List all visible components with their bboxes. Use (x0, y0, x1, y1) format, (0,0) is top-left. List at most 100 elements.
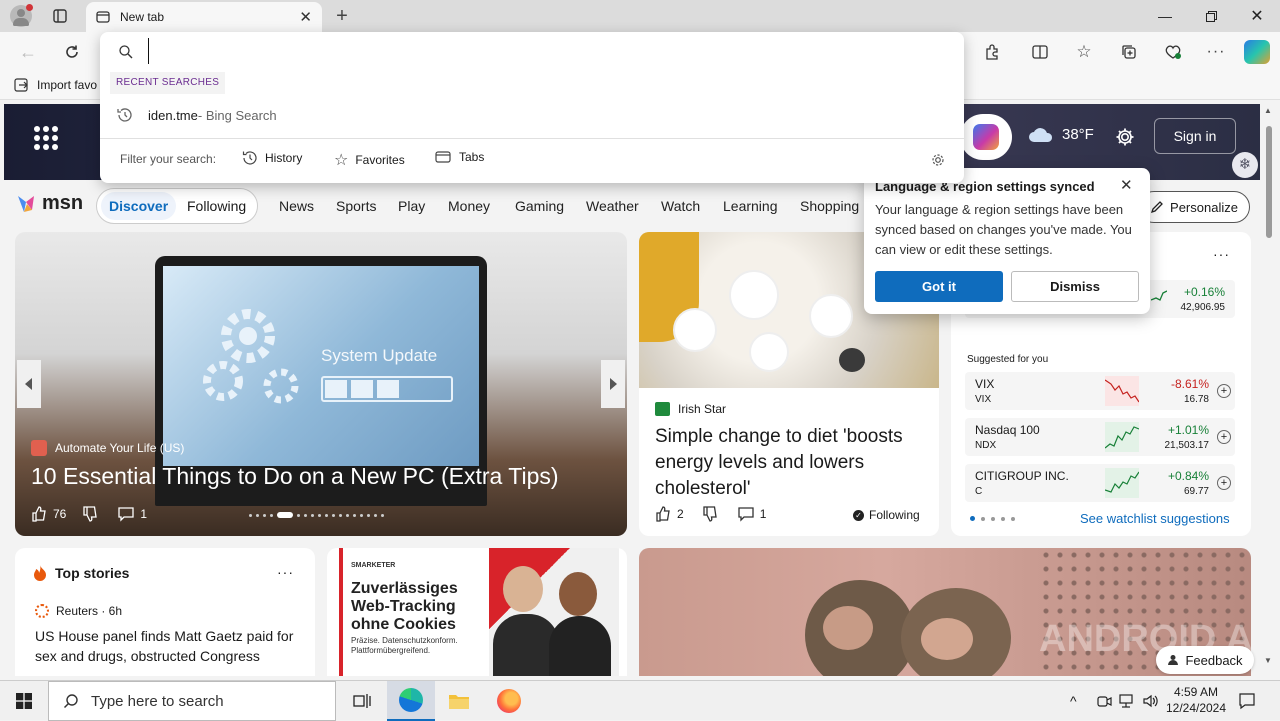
tab-actions-icon[interactable] (44, 0, 76, 32)
system-clock[interactable]: 4:59 AM 12/24/2024 (1164, 684, 1228, 716)
copilot-search-button[interactable] (960, 114, 1012, 160)
browser-essentials-icon[interactable] (1157, 36, 1189, 68)
taskbar-edge[interactable] (387, 681, 435, 721)
filter-tabs[interactable]: Tabs (435, 150, 484, 164)
markets-pager-dots[interactable] (967, 516, 1018, 521)
stock-row-citigroup[interactable]: CITIGROUP INC. C +0.84% 69.77 + (965, 464, 1235, 502)
comment-icon[interactable] (118, 506, 135, 522)
back-icon[interactable]: ← (12, 36, 44, 68)
scroll-down-icon[interactable]: ▼ (1264, 656, 1272, 665)
windows-logo-icon (16, 693, 32, 709)
tab-play[interactable]: Play (398, 191, 425, 221)
tab-shopping[interactable]: Shopping (800, 191, 859, 221)
top-stories-header[interactable]: Top stories (33, 565, 129, 581)
hero-card[interactable]: System Update Automate Your Life (US) 10… (15, 232, 627, 536)
following-indicator[interactable]: ✓ Following (853, 508, 920, 522)
tab-money[interactable]: Money (448, 191, 490, 221)
search-settings-gear-icon[interactable] (930, 152, 946, 168)
show-hidden-icons-icon[interactable]: ^ (1070, 693, 1077, 709)
start-button[interactable] (0, 681, 48, 721)
page-scrollbar[interactable]: ▲ ▼ (1262, 104, 1276, 676)
filter-history[interactable]: History (242, 150, 302, 166)
restore-icon[interactable] (1188, 0, 1234, 32)
recent-search-item[interactable]: iden.tme - Bing Search (100, 100, 964, 130)
background-icon[interactable]: ❄ (1232, 152, 1258, 178)
meet-now-icon[interactable] (1096, 693, 1112, 709)
see-watchlist-link[interactable]: See watchlist suggestions (1080, 511, 1230, 526)
close-tab-icon[interactable]: ✕ (299, 8, 312, 26)
folder-icon (449, 695, 469, 709)
tab-news[interactable]: News (279, 191, 314, 221)
tab-new-tab[interactable]: New tab ✕ (86, 2, 322, 32)
import-favorites-link[interactable]: Import favo (14, 78, 97, 92)
taskbar-file-explorer[interactable] (436, 681, 482, 721)
address-input[interactable] (148, 38, 948, 64)
add-watchlist-icon[interactable]: + (1217, 430, 1231, 444)
top-stories-more-icon[interactable]: ··· (277, 564, 294, 580)
history-icon (242, 151, 257, 165)
carousel-dots[interactable] (247, 512, 386, 518)
profile-avatar[interactable] (10, 4, 33, 27)
app-launcher-icon[interactable] (34, 126, 58, 150)
article2-title[interactable]: Simple change to diet 'boosts energy lev… (655, 424, 925, 502)
settings-gear-icon[interactable] (1114, 126, 1136, 148)
hero-source[interactable]: Automate Your Life (US) (31, 440, 184, 456)
filter-favorites[interactable]: ☆ Favorites (334, 150, 405, 170)
personalize-button[interactable]: Personalize (1138, 191, 1250, 223)
thumbs-down-icon[interactable] (702, 506, 718, 522)
comment-icon[interactable] (738, 506, 754, 522)
tab-sports[interactable]: Sports (336, 191, 376, 221)
sparkline-top (1151, 290, 1167, 301)
story-headline[interactable]: US House panel finds Matt Gaetz paid for… (35, 626, 295, 666)
tab-learning[interactable]: Learning (723, 191, 778, 221)
volume-icon[interactable] (1142, 693, 1160, 709)
tab-watch[interactable]: Watch (661, 191, 700, 221)
scrollbar-thumb[interactable] (1266, 126, 1272, 238)
hero-title[interactable]: 10 Essential Things to Do on a New PC (E… (31, 463, 559, 490)
article2-source[interactable]: Irish Star (655, 402, 726, 416)
dismiss-button[interactable]: Dismiss (1011, 271, 1139, 302)
new-tab-plus-icon[interactable]: + (326, 0, 358, 32)
minimize-icon[interactable]: — (1142, 0, 1188, 32)
article2-reactions: 2 1 (655, 506, 766, 522)
extensions-icon[interactable] (976, 36, 1008, 68)
refresh-icon[interactable] (56, 36, 88, 68)
ad-card[interactable]: SMARKETER Zuverlässiges Web-Tracking ohn… (327, 548, 627, 676)
add-watchlist-icon[interactable]: + (1217, 384, 1231, 398)
weather-widget[interactable]: 38°F (1028, 126, 1094, 143)
thumbs-down-icon[interactable] (82, 506, 98, 522)
more-menu-icon[interactable]: ··· (1200, 36, 1232, 68)
favorites-star-icon[interactable]: ☆ (1068, 36, 1100, 68)
add-watchlist-icon[interactable]: + (1217, 476, 1231, 490)
stock-row-nasdaq[interactable]: Nasdaq 100 NDX +1.01% 21,503.17 + (965, 418, 1235, 456)
feedback-button[interactable]: Feedback (1156, 646, 1254, 674)
story-source[interactable]: Reuters · 6h (35, 604, 122, 618)
close-window-icon[interactable]: ✕ (1234, 0, 1280, 32)
scroll-up-icon[interactable]: ▲ (1264, 106, 1272, 115)
title-bar: New tab ✕ + — ✕ (0, 0, 1280, 32)
stock-row-vix[interactable]: VIX VIX -8.61% 16.78 + (965, 372, 1235, 410)
copilot-logo-icon (973, 124, 999, 150)
carousel-next-button[interactable] (601, 360, 625, 408)
markets-more-icon[interactable]: ··· (1213, 246, 1230, 262)
notifications-icon[interactable] (1238, 692, 1256, 710)
thumbs-up-icon[interactable] (655, 506, 671, 522)
network-icon[interactable] (1118, 693, 1136, 709)
carousel-prev-button[interactable] (17, 360, 41, 408)
tab-gaming[interactable]: Gaming (515, 191, 564, 221)
irish-star-logo-icon (655, 402, 670, 416)
taskbar-firefox[interactable] (486, 681, 532, 721)
popup-close-icon[interactable]: ✕ (1120, 176, 1133, 194)
task-view-icon[interactable] (340, 681, 384, 721)
tab-weather[interactable]: Weather (586, 191, 639, 221)
sign-in-button[interactable]: Sign in (1154, 118, 1236, 154)
tab-title: New tab (120, 10, 165, 24)
divider (100, 138, 964, 139)
got-it-button[interactable]: Got it (875, 271, 1003, 302)
split-screen-icon[interactable] (1024, 36, 1056, 68)
thumbs-up-icon[interactable] (31, 506, 47, 522)
taskbar-search-box[interactable]: Type here to search (48, 681, 336, 721)
ad-headline: Zuverlässiges Web-Tracking ohne Cookies (351, 580, 458, 633)
collections-icon[interactable] (1113, 36, 1145, 68)
copilot-icon[interactable] (1244, 40, 1270, 64)
